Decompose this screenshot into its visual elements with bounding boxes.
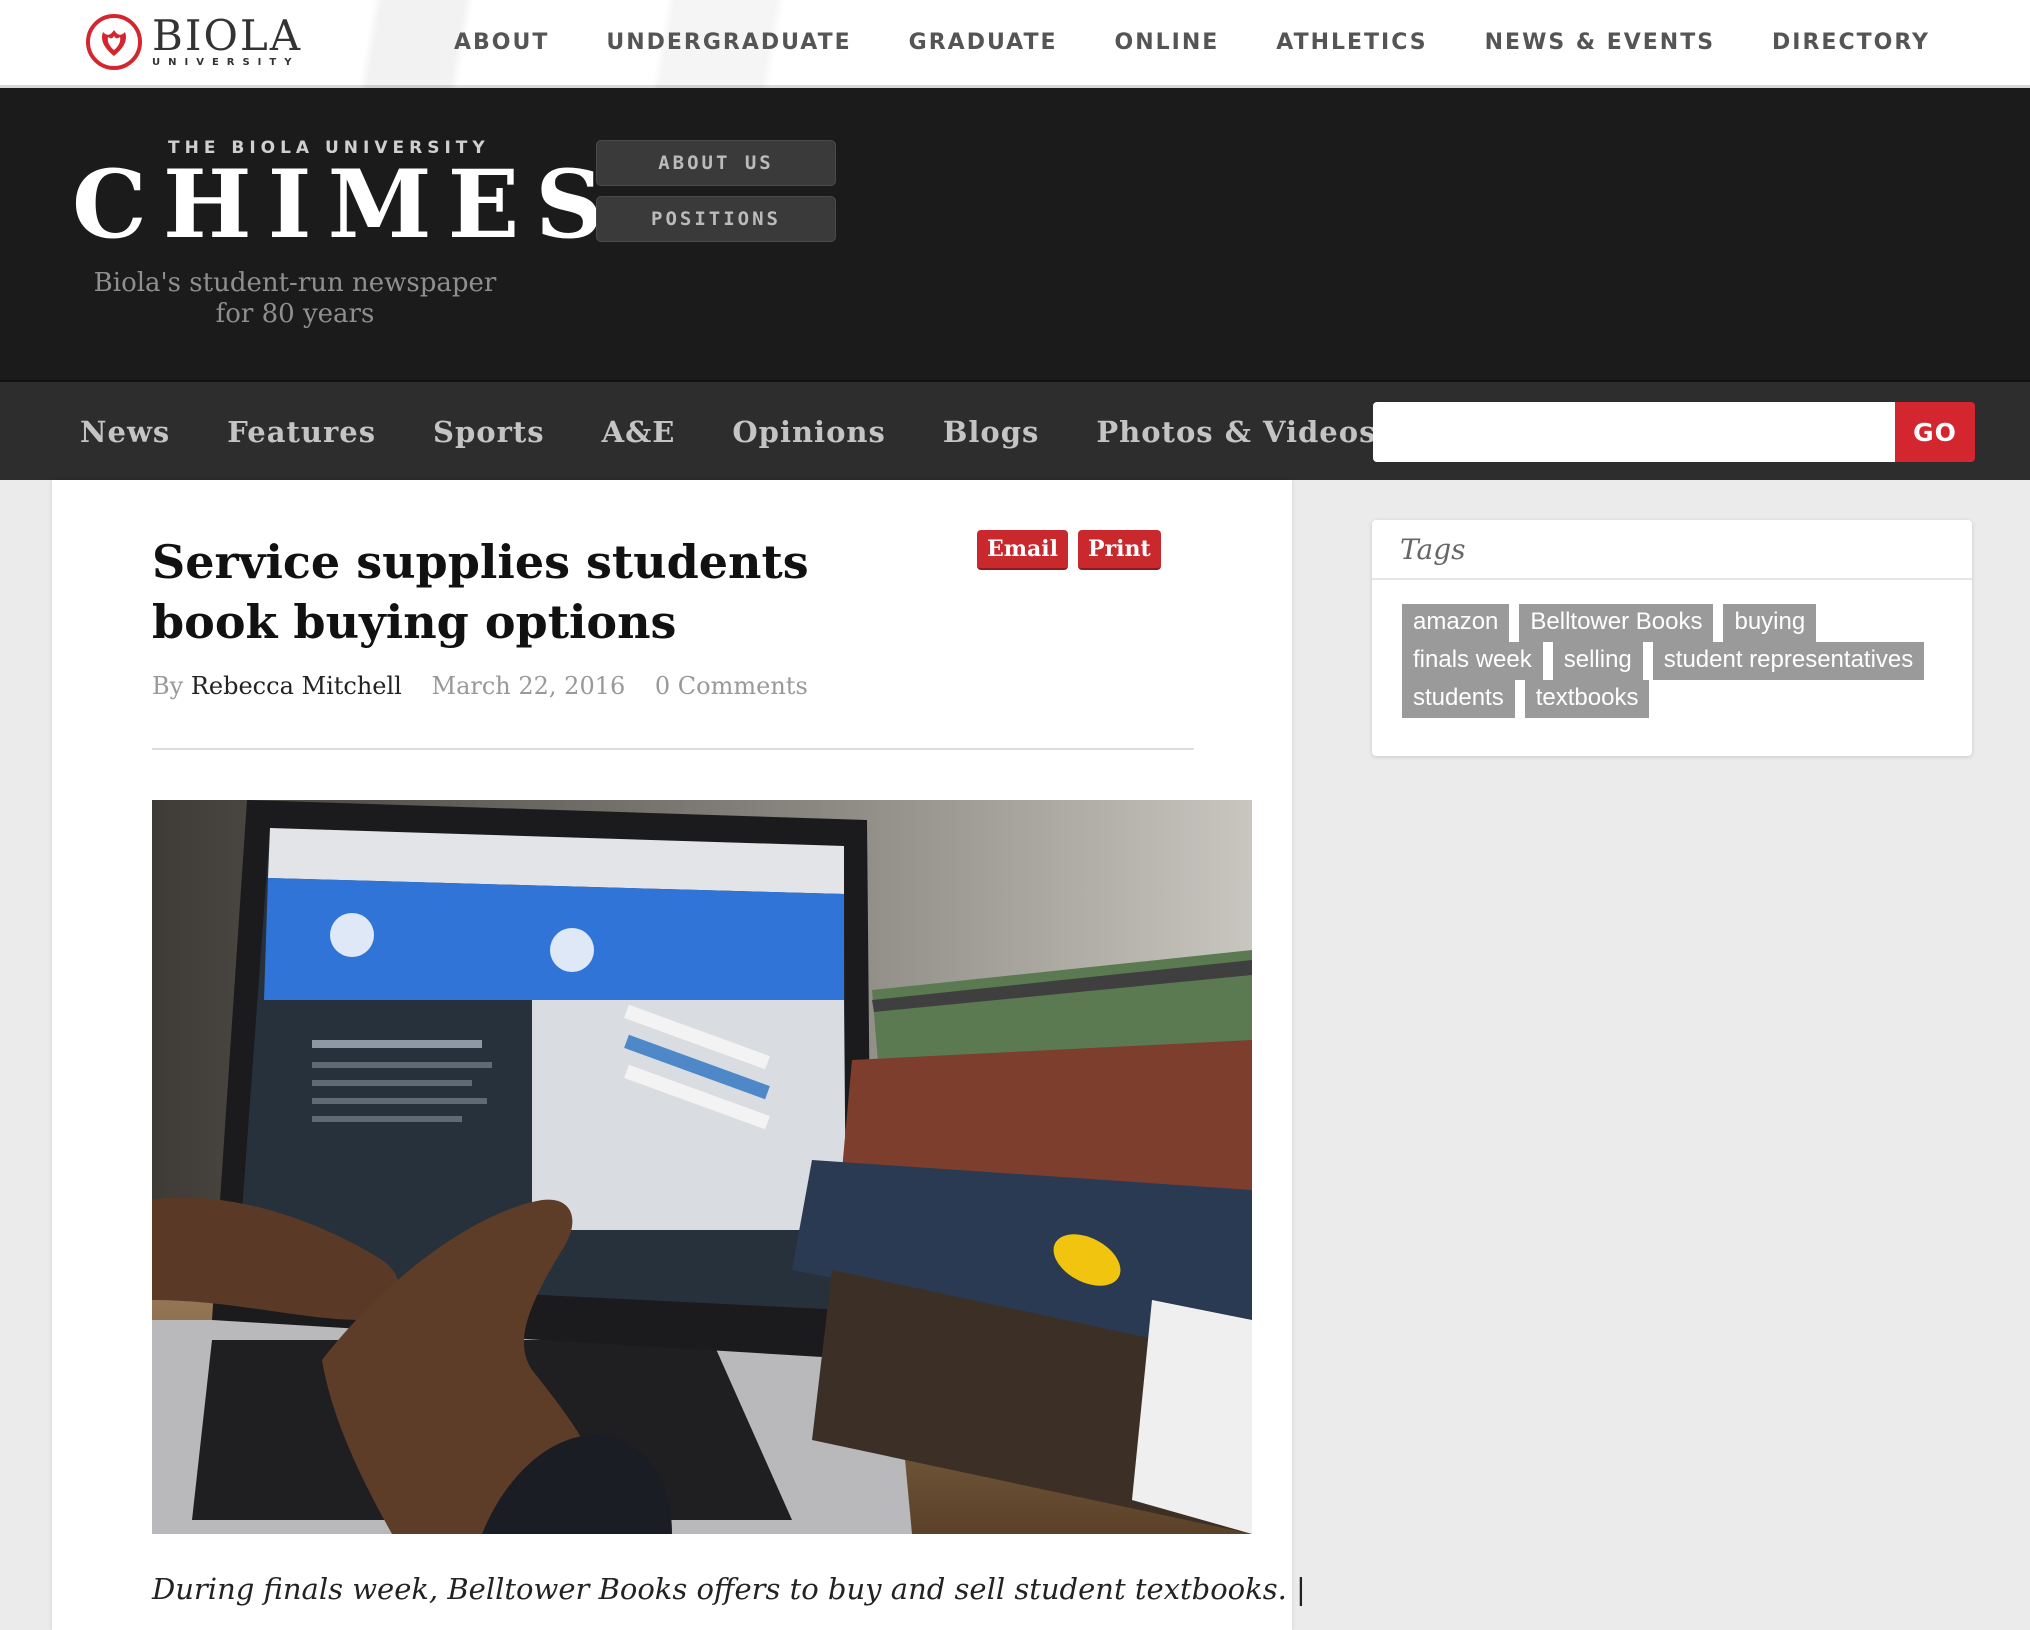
chimes-masthead: THE BIOLA UNIVERSITY CHIMES Biola's stud… — [0, 88, 2030, 380]
byline-prefix: By — [152, 672, 184, 700]
search-go-button[interactable]: GO — [1895, 402, 1975, 462]
logo-subtext: UNIVERSITY — [152, 57, 300, 68]
positions-button[interactable]: POSITIONS — [596, 196, 836, 242]
photo-caption: During finals week, Belltower Books offe… — [152, 1572, 1306, 1606]
print-button[interactable]: Print — [1078, 530, 1161, 570]
article-column: Service supplies students book buying op… — [52, 480, 1306, 1630]
tag-students[interactable]: students — [1402, 680, 1515, 718]
univ-nav-directory[interactable]: DIRECTORY — [1772, 30, 1930, 55]
tag-student-representatives[interactable]: student representatives — [1652, 642, 1925, 680]
section-nav: News Features Sports A&E Opinions Blogs … — [0, 380, 2030, 480]
tag-list: amazon Belltower Books buying finals wee… — [1402, 604, 1952, 718]
tag-belltower-books[interactable]: Belltower Books — [1519, 604, 1714, 642]
univ-nav-news-events[interactable]: NEWS & EVENTS — [1485, 30, 1715, 55]
section-nav-opinions[interactable]: Opinions — [732, 415, 885, 449]
masthead-tagline: Biola's student-run newspaper for 80 yea… — [93, 268, 497, 329]
article-date: March 22, 2016 — [431, 672, 626, 700]
univ-nav-graduate[interactable]: GRADUATE — [909, 30, 1058, 55]
tag-finals-week[interactable]: finals week — [1402, 642, 1543, 680]
tag-textbooks[interactable]: textbooks — [1524, 680, 1650, 718]
univ-nav-online[interactable]: ONLINE — [1115, 30, 1220, 55]
byline-divider — [152, 748, 1194, 750]
university-nav: ABOUT UNDERGRADUATE GRADUATE ONLINE ATHL… — [397, 0, 1930, 84]
logo-wordmark: BIOLA — [152, 11, 303, 60]
tags-title: Tags — [1372, 520, 1972, 580]
search-form: GO — [1373, 402, 1975, 462]
article-byline: By Rebecca Mitchell March 22, 2016 0 Com… — [152, 672, 808, 700]
comments-link[interactable]: 0 Comments — [655, 672, 808, 700]
email-button[interactable]: Email — [977, 530, 1069, 570]
section-nav-blogs[interactable]: Blogs — [943, 415, 1039, 449]
article-actions: Email Print — [977, 530, 1171, 570]
section-nav-features[interactable]: Features — [227, 415, 376, 449]
article-headline: Service supplies students book buying op… — [152, 535, 809, 649]
univ-nav-athletics[interactable]: ATHLETICS — [1276, 30, 1427, 55]
tag-amazon[interactable]: amazon — [1402, 604, 1510, 642]
biola-logo[interactable]: BIOLA UNIVERSITY — [86, 12, 306, 72]
search-input[interactable] — [1373, 402, 1895, 462]
university-header: BIOLA UNIVERSITY ABOUT UNDERGRADUATE GRA… — [0, 0, 2030, 88]
laptop-and-textbooks-illustration — [152, 800, 1252, 1534]
univ-nav-undergraduate[interactable]: UNDERGRADUATE — [606, 30, 851, 55]
biola-seal-icon — [86, 14, 142, 70]
section-nav-sports[interactable]: Sports — [433, 415, 545, 449]
tag-buying[interactable]: buying — [1723, 604, 1817, 642]
section-nav-photos-videos[interactable]: Photos & Videos — [1096, 415, 1376, 449]
tags-widget: Tags amazon Belltower Books buying final… — [1372, 520, 1972, 756]
univ-nav-about[interactable]: ABOUT — [454, 30, 549, 55]
section-nav-news[interactable]: News — [80, 415, 170, 449]
tag-selling[interactable]: selling — [1552, 642, 1643, 680]
masthead-title[interactable]: CHIMES — [72, 150, 619, 260]
article-photo — [152, 800, 1252, 1534]
about-us-button[interactable]: ABOUT US — [596, 140, 836, 186]
author-link[interactable]: Rebecca Mitchell — [191, 672, 402, 700]
section-nav-ae[interactable]: A&E — [602, 415, 676, 449]
